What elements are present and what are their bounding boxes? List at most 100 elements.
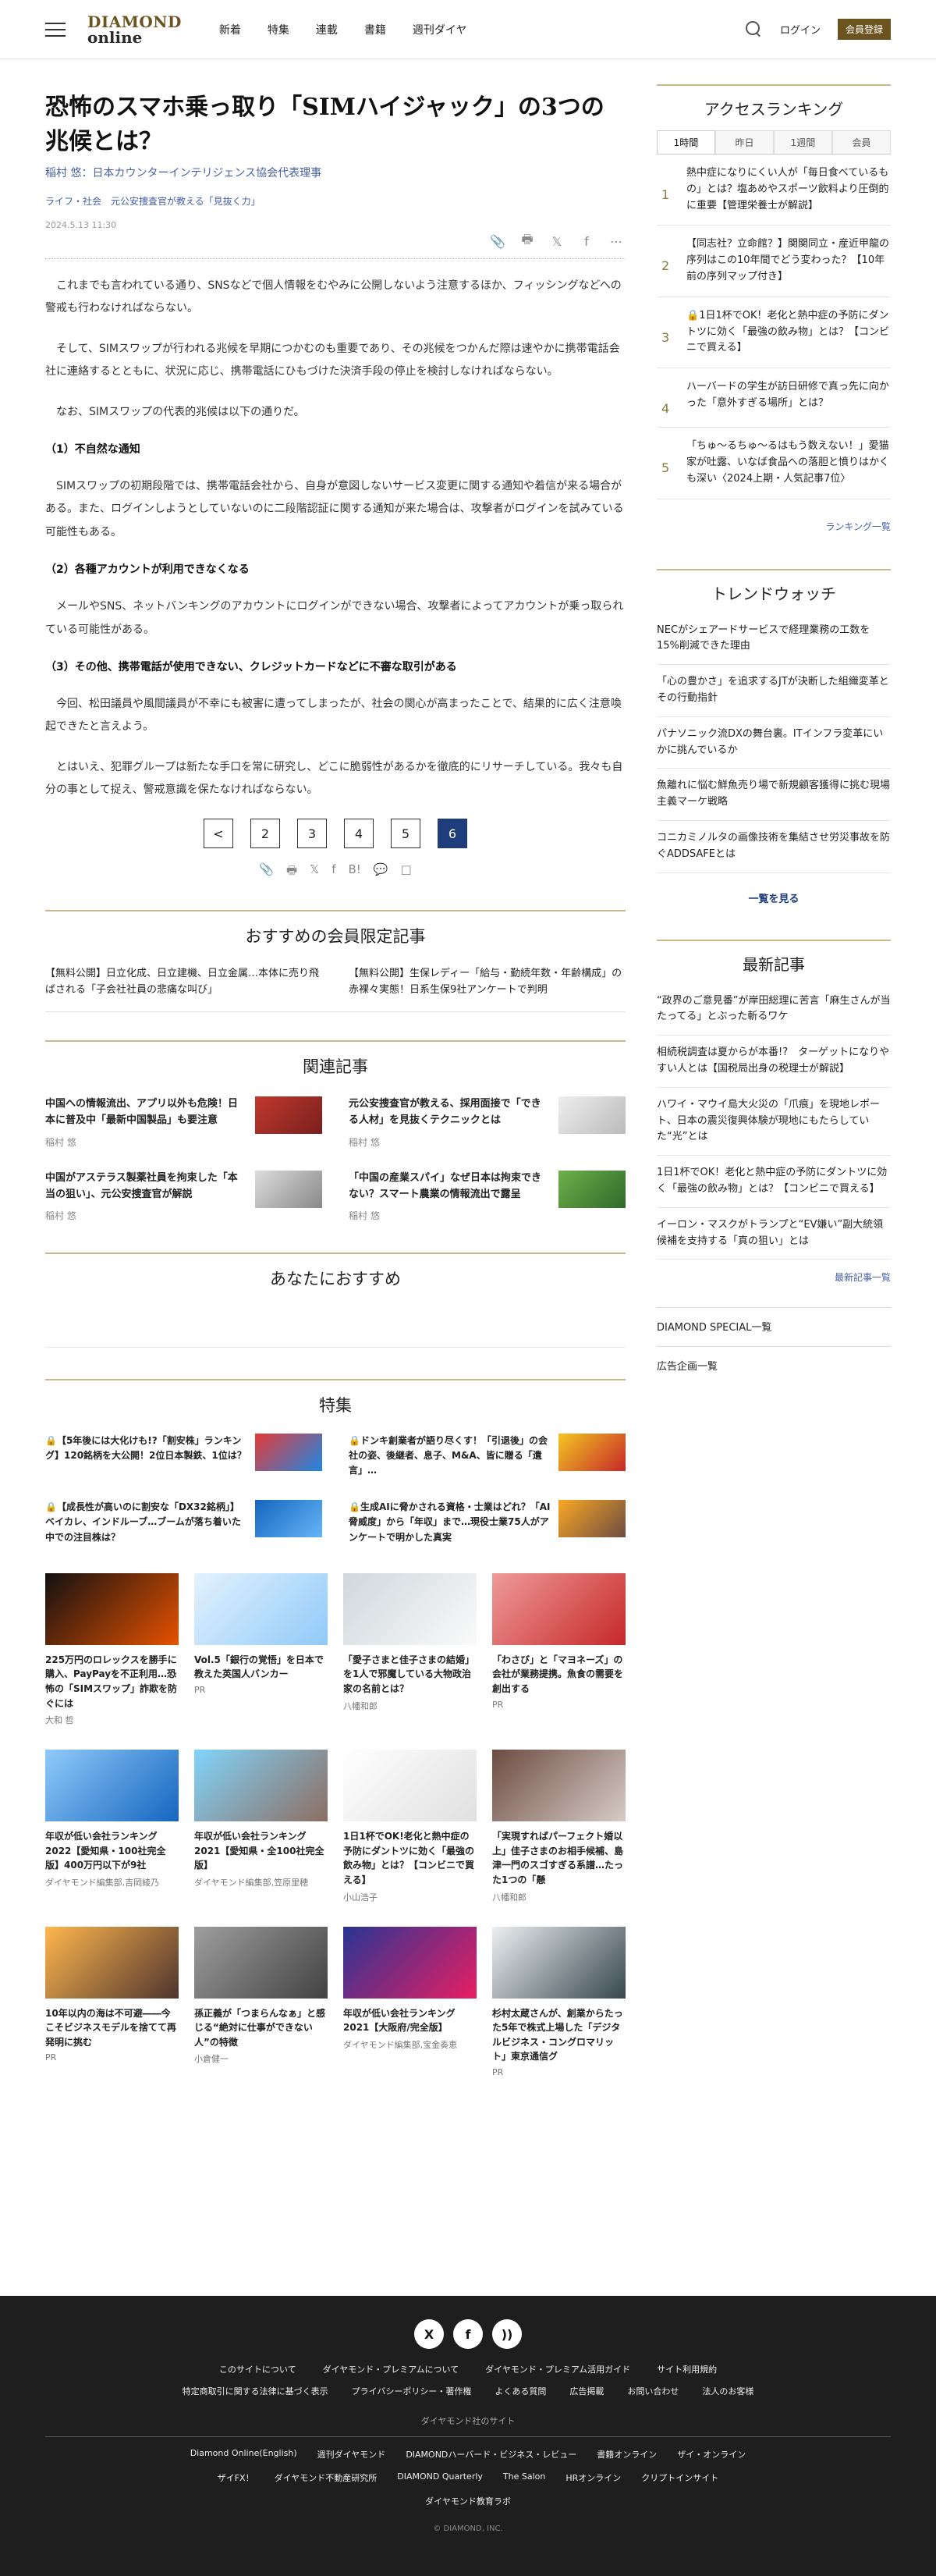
tab-1week[interactable]: 1週間 bbox=[774, 130, 832, 154]
footer-link[interactable]: お問い合わせ bbox=[627, 2385, 679, 2397]
ranking-item[interactable]: 2 【同志社？立命館？】関関同立・産近甲龍の序列はこの10年間でどう変わった？【1… bbox=[657, 226, 891, 297]
card[interactable]: 「愛子さまと佳子さまの結婚」を1人で邪魔している大物政治家の名前とは？ 八幡和郎 bbox=[343, 1572, 477, 1726]
card[interactable]: 「実現すればパーフェクト婚以上」佳子さまのお相手候補、島津一門のスゴすぎる系譜…… bbox=[492, 1750, 626, 1903]
tokushu-item[interactable]: 🔒生成AIに脅かされる資格・士業はどれ？「AI脅威度」から「年収」まで…現役士業… bbox=[349, 1500, 626, 1545]
latest-item[interactable]: イーロン・マスクがトランプと“EV嫌い”副大統領候補を支持する「真の狙い」とは bbox=[657, 1208, 891, 1260]
trend-item[interactable]: コニカミノルタの画像技術を集結させ労災事故を防ぐADDSAFEとは bbox=[657, 821, 891, 873]
facebook-icon[interactable]: f bbox=[332, 862, 335, 882]
site-logo[interactable]: DIAMOND online bbox=[87, 14, 182, 45]
author-link[interactable]: 稲村 悠：日本カウンターインテリジェンス協会代表理事 bbox=[45, 165, 626, 180]
card[interactable]: 年収が低い会社ランキング2021【大阪府/完全版】 ダイヤモンド編集部,宝金奏恵 bbox=[343, 1926, 477, 2077]
premium-item[interactable]: 【無料公開】生保レディー「給与・勤続年数・年齢構成」の赤裸々実態！日系生保9社ア… bbox=[349, 966, 626, 999]
site-link[interactable]: 書籍オンライン bbox=[597, 2448, 657, 2461]
card[interactable]: 杉村太蔵さんが、創業からたった5年で株式上場した「デジタルビジネス・コングロマリ… bbox=[492, 1926, 626, 2077]
site-link[interactable]: DIAMONDハーバード・ビジネス・レビュー bbox=[406, 2448, 576, 2461]
tokushu-item[interactable]: 🔒【成長性が高いのに割安な「DX32銘柄」】ベイカレ、インドルーブ…ブームが落ち… bbox=[45, 1500, 322, 1545]
tokushu-item[interactable]: 🔒ドンキ創業者が語り尽くす！「引退後」の会社の姿、後継者、息子、M&A、皆に贈る… bbox=[349, 1433, 626, 1479]
card[interactable]: Vol.5「銀行の覚悟」を日本で教えた英国人バンカー PR bbox=[194, 1572, 328, 1726]
footer-link[interactable]: 法人のお客様 bbox=[702, 2385, 753, 2397]
register-button[interactable]: 会員登録 bbox=[837, 19, 891, 40]
site-link[interactable]: 週刊ダイヤモンド bbox=[317, 2448, 386, 2461]
card[interactable]: 年収が低い会社ランキング2022【愛知県・100社完全版】400万円以下が9社ダ… bbox=[45, 1750, 179, 1903]
ranking-more-link[interactable]: ランキング一覧 bbox=[657, 520, 891, 533]
nav-new[interactable]: 新着 bbox=[219, 22, 241, 37]
card[interactable]: 225万円のロレックスを勝手に購入、PayPayを不正利用…恐怖の「SIMスワッ… bbox=[45, 1572, 179, 1726]
trend-item[interactable]: NECがシェアードサービスで経理業務の工数を15%削減できた理由 bbox=[657, 613, 891, 666]
page-button[interactable]: 3 bbox=[297, 819, 327, 849]
related-item[interactable]: 中国への情報流出、アプリ以外も危険！日本に普及中「最新中国製品」も要注意 稲村 悠 bbox=[45, 1096, 322, 1150]
trend-item[interactable]: パナソニック流DXの舞台裏。ITインフラ変革にいかに挑んでいるか bbox=[657, 717, 891, 769]
site-link[interactable]: HRオンライン bbox=[566, 2471, 621, 2484]
ranking-item[interactable]: 5 「ちゅ～るちゅ～るはもう数えない！」愛猫家が吐露、いなば食品への落胆と憤りはか… bbox=[657, 428, 891, 499]
x-icon[interactable]: X bbox=[414, 2319, 444, 2349]
footer-link[interactable]: ダイヤモンド・プレミアム活用ガイド bbox=[485, 2363, 630, 2375]
footer-link[interactable]: 特定商取引に関する法律に基づく表示 bbox=[183, 2385, 328, 2397]
page-button[interactable]: 5 bbox=[391, 819, 420, 849]
footer-link[interactable]: サイト利用規約 bbox=[657, 2363, 717, 2375]
login-link[interactable]: ログイン bbox=[780, 22, 821, 37]
print-icon[interactable]: 🖶 bbox=[286, 862, 297, 882]
footer-link[interactable]: プライバシーポリシー・著作権 bbox=[352, 2385, 472, 2397]
card[interactable]: 年収が低い会社ランキング2021【愛知県・全100社完全版】 ダイヤモンド編集部,… bbox=[194, 1750, 328, 1903]
facebook-icon[interactable]: f bbox=[577, 232, 596, 250]
site-link[interactable]: The Salon bbox=[503, 2471, 545, 2484]
nav-tokushu[interactable]: 特集 bbox=[268, 22, 289, 37]
ad-link[interactable]: 広告企画一覧 bbox=[657, 1346, 891, 1385]
search-icon[interactable] bbox=[745, 20, 763, 38]
footer-link[interactable]: 広告掲載 bbox=[569, 2385, 604, 2397]
clip-icon[interactable]: 📎 bbox=[259, 862, 274, 882]
premium-item[interactable]: 【無料公開】日立化成、日立建機、日立金属…本体に売り飛ばされる「子会社社員の悲痛… bbox=[45, 966, 322, 999]
clip-icon[interactable]: 📎 bbox=[488, 232, 507, 250]
rss-icon[interactable]: )) bbox=[492, 2319, 522, 2349]
x-icon[interactable]: 𝕏 bbox=[548, 232, 566, 250]
trend-item[interactable]: 魚離れに悩む鮮魚売り場で新規顧客獲得に挑む現場主義マーケ戦略 bbox=[657, 769, 891, 821]
nav-books[interactable]: 書籍 bbox=[364, 22, 386, 37]
page-button[interactable]: 4 bbox=[344, 819, 374, 849]
site-link[interactable]: クリプトインサイト bbox=[641, 2471, 718, 2484]
footer-link[interactable]: ダイヤモンド・プレミアムについて bbox=[323, 2363, 459, 2375]
footer-link[interactable]: よくある質問 bbox=[495, 2385, 546, 2397]
tab-yesterday[interactable]: 昨日 bbox=[715, 130, 774, 154]
card[interactable]: 孫正義が「つまらんなぁ」と感じる“絶対に仕事ができない人”の特徴 小倉健一 bbox=[194, 1926, 328, 2077]
ranking-item[interactable]: 4 ハーバードの学生が訪日研修で真っ先に向かった「意外すぎる場所」とは？ bbox=[657, 368, 891, 428]
menu-icon[interactable] bbox=[45, 22, 66, 37]
ranking-item[interactable]: 3 🔒1日1杯でOK！老化と熱中症の予防にダントツに効く「最強の飲み物」とは？【コ… bbox=[657, 297, 891, 369]
site-link[interactable]: ザイFX！ bbox=[218, 2471, 254, 2484]
nav-rensai[interactable]: 連載 bbox=[316, 22, 338, 37]
related-item[interactable]: 「中国の産業スパイ」なぜ日本は拘束できない？スマート農業の情報流出で露呈 稲村 悠 bbox=[349, 1170, 626, 1224]
hatena-icon[interactable]: B! bbox=[349, 862, 361, 882]
latest-more-link[interactable]: 最新記事一覧 bbox=[657, 1270, 891, 1284]
tokushu-item[interactable]: 🔒【5年後には大化けも!?「割安株」ランキング】120銘柄を大公開！2位日本製鉄… bbox=[45, 1433, 322, 1479]
site-link[interactable]: ダイヤモンド教育ラボ bbox=[425, 2495, 511, 2507]
special-link[interactable]: DIAMOND SPECIAL一覧 bbox=[657, 1307, 891, 1346]
x-icon[interactable]: 𝕏 bbox=[310, 862, 319, 882]
nav-weekly[interactable]: 週刊ダイヤ bbox=[413, 22, 467, 37]
ranking-item[interactable]: 1 熱中症になりにくい人が「毎日食べているもの」とは？塩あめやスポーツ飲料より圧倒… bbox=[657, 155, 891, 226]
site-link[interactable]: ダイヤモンド不動産研究所 bbox=[275, 2471, 378, 2484]
more-icon[interactable]: ⋯ bbox=[607, 232, 626, 250]
site-link[interactable]: Diamond Online(English) bbox=[190, 2448, 297, 2461]
latest-item[interactable]: 1日1杯でOK！老化と熱中症の予防にダントツに効く「最強の飲み物」とは？【コンビ… bbox=[657, 1156, 891, 1208]
latest-item[interactable]: 相続税調査は夏からが本番!? ターゲットになりやすい人とは【国税局出身の税理士が… bbox=[657, 1036, 891, 1088]
related-item[interactable]: 元公安捜査官が教える、採用面接で「できる人材」を見抜くテクニックとは 稲村 悠 bbox=[349, 1096, 626, 1150]
bookmark-icon[interactable]: □ bbox=[401, 862, 412, 882]
card[interactable]: 10年以内の海は不可避――今こそビジネスモデルを捨てて再発明に挑む PR bbox=[45, 1926, 179, 2077]
site-link[interactable]: DIAMOND Quarterly bbox=[397, 2471, 483, 2484]
site-link[interactable]: ザイ・オンライン bbox=[677, 2448, 746, 2461]
trend-more-link[interactable]: 一覧を見る bbox=[657, 890, 891, 905]
facebook-icon[interactable]: f bbox=[453, 2319, 483, 2349]
latest-item[interactable]: ハワイ・マウイ島大火災の「爪痕」を現地レポート、日本の震災復興体験が現地にもたら… bbox=[657, 1088, 891, 1157]
page-button[interactable]: 2 bbox=[250, 819, 280, 849]
related-item[interactable]: 中国がアステラス製薬社員を拘束した「本当の狙い」、元公安捜査官が解説 稲村 悠 bbox=[45, 1170, 322, 1224]
tab-1hour[interactable]: 1時間 bbox=[657, 130, 715, 154]
tab-member[interactable]: 会員 bbox=[832, 130, 891, 154]
latest-item[interactable]: “政界のご意見番”が岸田総理に苦言「麻生さんが当たってる」とぶった斬るワケ bbox=[657, 984, 891, 1036]
print-icon[interactable]: 🖶 bbox=[518, 232, 537, 250]
card[interactable]: 「わさび」と「マヨネーズ」の会社が業務提携。魚食の需要を創出する PR bbox=[492, 1572, 626, 1726]
prev-page-button[interactable]: < bbox=[204, 819, 233, 849]
footer-link[interactable]: このサイトについて bbox=[219, 2363, 296, 2375]
card[interactable]: 1日1杯でOK!老化と熱中症の予防にダントツに効く「最強の飲み物」とは？【コンビ… bbox=[343, 1750, 477, 1903]
category-link[interactable]: ライフ・社会 元公安捜査官が教える「見抜く力」 bbox=[45, 194, 626, 208]
comment-icon[interactable]: 💬 bbox=[374, 862, 388, 882]
trend-item[interactable]: 「心の豊かさ」を追求するJTが決断した組織変革とその行動指針 bbox=[657, 665, 891, 717]
